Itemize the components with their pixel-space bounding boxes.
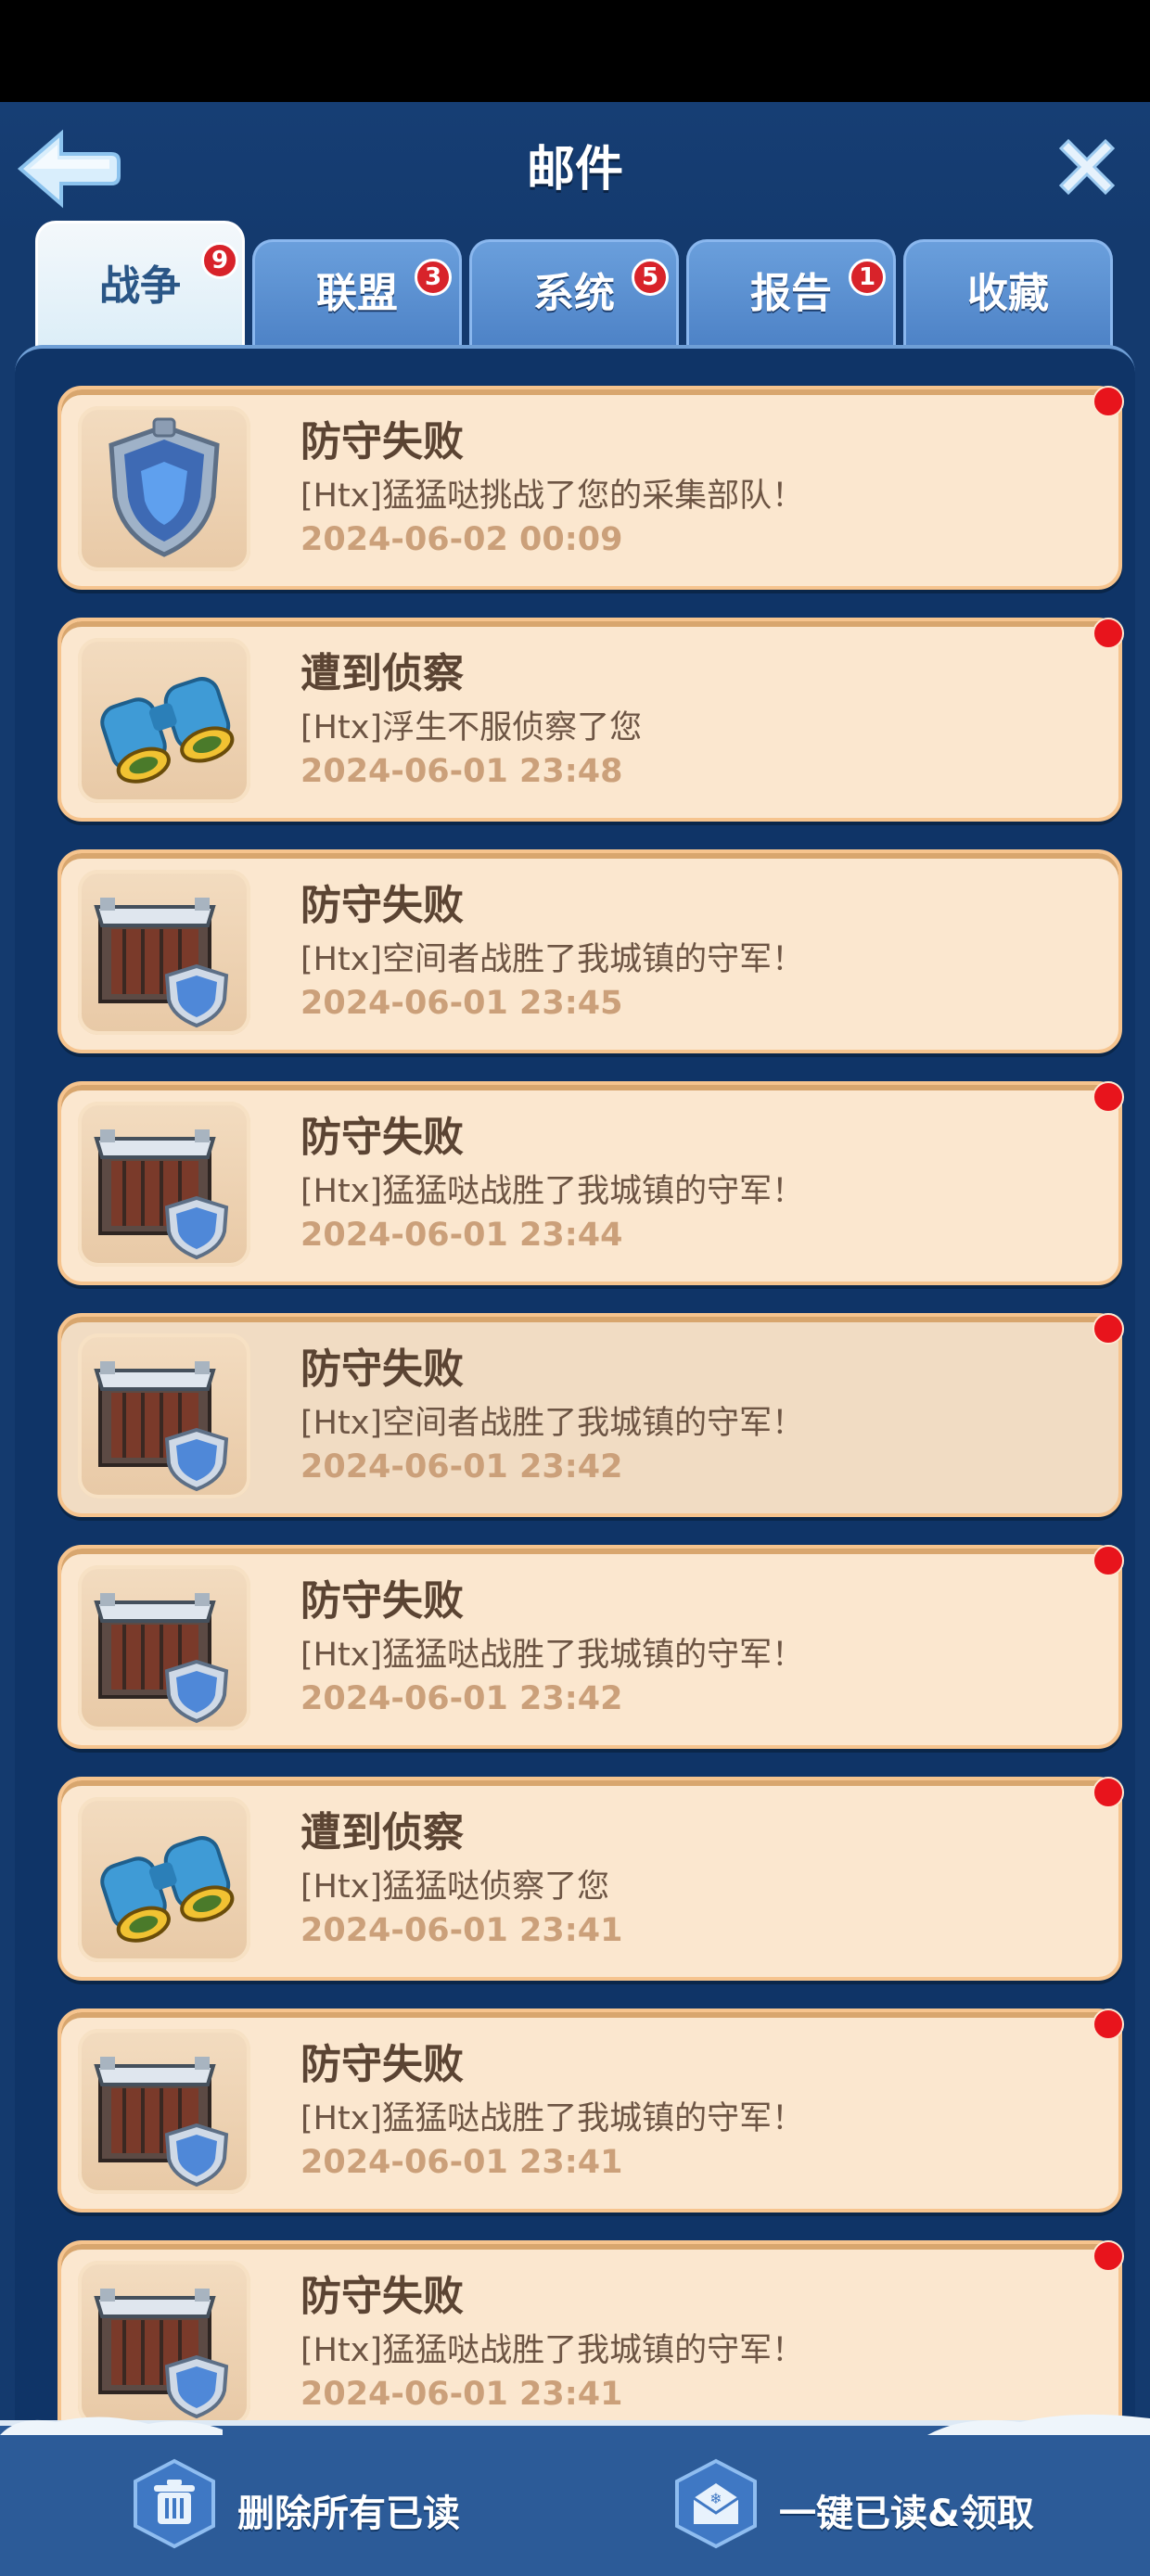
mail-item[interactable]: 防守失败 [Htx]空间者战胜了我城镇的守军！ 2024-06-01 23:42 (58, 1313, 1124, 1517)
mail-title: 防守失败 (300, 2041, 464, 2088)
unread-indicator (1092, 618, 1124, 649)
fortress-icon (78, 1102, 250, 1267)
page-title: 邮件 (526, 142, 623, 198)
delete-all-read-label: 删除所有已读 (237, 2493, 460, 2535)
tab-alliance[interactable]: 联盟 3 (252, 239, 462, 347)
mail-title: 防守失败 (300, 2273, 464, 2320)
snow-edge-decoration (0, 2414, 1150, 2435)
tab-badge: 3 (415, 259, 452, 296)
mail-description: [Htx]猛猛哒战胜了我城镇的守军！ (300, 2332, 805, 2369)
mail-timestamp: 2024-06-01 23:41 (300, 2376, 623, 2413)
mail-description: [Htx]猛猛哒战胜了我城镇的守军！ (300, 1637, 805, 1674)
fortress-icon (78, 1333, 250, 1498)
close-button[interactable] (1052, 132, 1122, 202)
unread-indicator (1092, 386, 1124, 417)
status-bar (0, 0, 1150, 102)
unread-indicator (1092, 2240, 1124, 2272)
mail-item[interactable]: 防守失败 [Htx]空间者战胜了我城镇的守军！ 2024-06-01 23:45 (58, 849, 1122, 1053)
tab-report[interactable]: 报告 1 (686, 239, 896, 347)
shield-icon (78, 406, 250, 571)
fortress-icon (78, 2029, 250, 2194)
bottom-action-bar: 删除所有已读 ❄ 一键已读&领取 (0, 2414, 1150, 2576)
mail-panel: 防守失败 [Htx]猛猛哒挑战了您的采集部队！ 2024-06-02 00:09 遭… (15, 345, 1135, 2459)
mail-title: 遭到侦察 (300, 1809, 464, 1856)
mail-timestamp: 2024-06-01 23:44 (300, 1217, 623, 1254)
svg-text:❄: ❄ (709, 2490, 722, 2507)
mail-item[interactable]: 防守失败 [Htx]猛猛哒战胜了我城镇的守军！ 2024-06-01 23:41 (58, 2009, 1124, 2213)
mail-timestamp: 2024-06-01 23:48 (300, 753, 623, 790)
unread-indicator (1092, 1081, 1124, 1113)
trash-icon (134, 2458, 215, 2549)
tab-label: 联盟 (316, 270, 398, 317)
unread-indicator (1092, 2009, 1124, 2040)
mail-title: 防守失败 (300, 882, 464, 929)
mail-title: 防守失败 (300, 1114, 464, 1161)
mail-description: [Htx]猛猛哒战胜了我城镇的守军！ (300, 2100, 805, 2137)
mail-description: [Htx]空间者战胜了我城镇的守军！ (300, 1405, 805, 1442)
fortress-icon (78, 870, 250, 1035)
tab-war[interactable]: 战争 9 (35, 221, 245, 347)
mail-description: [Htx]猛猛哒侦察了您 (300, 1868, 610, 1906)
fortress-icon (78, 1565, 250, 1730)
binoculars-icon (78, 1797, 250, 1962)
tab-badge: 5 (632, 259, 669, 296)
mail-title: 防守失败 (300, 1345, 464, 1393)
tab-badge: 1 (849, 259, 886, 296)
open-mail-icon: ❄ (675, 2458, 757, 2549)
mail-item[interactable]: 防守失败 [Htx]猛猛哒战胜了我城镇的守军！ 2024-06-01 23:42 (58, 1545, 1124, 1749)
mail-timestamp: 2024-06-01 23:45 (300, 985, 623, 1022)
mail-item[interactable]: 遭到侦察 [Htx]猛猛哒侦察了您 2024-06-01 23:41 (58, 1777, 1124, 1981)
mail-title: 防守失败 (300, 1577, 464, 1625)
mail-title: 遭到侦察 (300, 650, 464, 697)
mail-title: 防守失败 (300, 418, 464, 465)
mail-description: [Htx]猛猛哒战胜了我城镇的守军！ (300, 1173, 805, 1210)
mail-timestamp: 2024-06-01 23:42 (300, 1448, 623, 1486)
tab-label: 系统 (533, 270, 615, 317)
unread-indicator (1092, 1545, 1124, 1576)
tab-label: 收藏 (967, 270, 1049, 317)
mail-timestamp: 2024-06-01 23:41 (300, 2144, 623, 2181)
fortress-icon (78, 2261, 250, 2426)
tab-label: 报告 (750, 270, 832, 317)
mail-timestamp: 2024-06-01 23:42 (300, 1680, 623, 1717)
binoculars-icon (78, 638, 250, 803)
mail-timestamp: 2024-06-02 00:09 (300, 521, 623, 558)
tab-system[interactable]: 系统 5 (469, 239, 679, 347)
tab-badge: 9 (201, 242, 238, 279)
mail-item[interactable]: 防守失败 [Htx]猛猛哒挑战了您的采集部队！ 2024-06-02 00:09 (58, 386, 1124, 590)
tab-favorites[interactable]: 收藏 (903, 239, 1113, 347)
close-icon (1058, 138, 1116, 196)
unread-indicator (1092, 1777, 1124, 1808)
mail-description: [Htx]空间者战胜了我城镇的守军！ (300, 941, 805, 978)
mail-timestamp: 2024-06-01 23:41 (300, 1912, 623, 1949)
read-all-claim-label: 一键已读&领取 (779, 2493, 1034, 2535)
unread-indicator (1092, 1313, 1124, 1345)
mail-description: [Htx]浮生不服侦察了您 (300, 709, 643, 746)
tab-label: 战争 (99, 262, 181, 310)
mail-item[interactable]: 防守失败 [Htx]猛猛哒战胜了我城镇的守军！ 2024-06-01 23:44 (58, 1081, 1124, 1285)
tab-bar: 战争 9 联盟 3 系统 5 报告 1 收藏 (35, 221, 1115, 347)
mail-description: [Htx]猛猛哒挑战了您的采集部队！ (300, 478, 805, 515)
mail-item[interactable]: 遭到侦察 [Htx]浮生不服侦察了您 2024-06-01 23:48 (58, 618, 1124, 822)
